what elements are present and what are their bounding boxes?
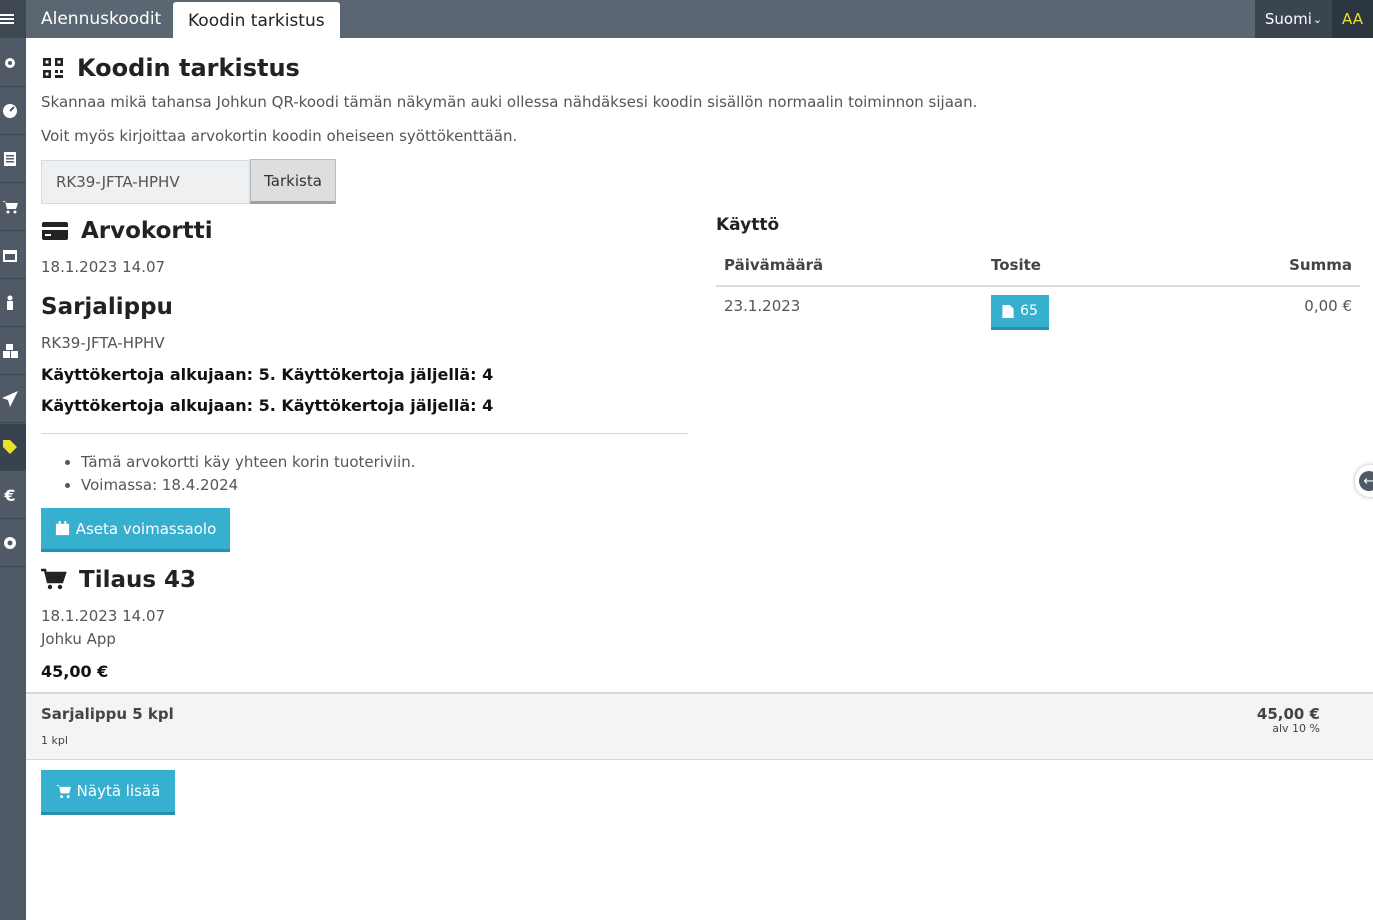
sidebar-item-marketing[interactable] (0, 376, 26, 423)
order-created: 18.1.2023 14.07 (41, 607, 166, 625)
calendar-icon (3, 250, 17, 262)
star-gear-icon (5, 58, 15, 68)
sidebar-item-activities[interactable] (0, 40, 26, 87)
table-cell-date: 23.1.2023 (724, 297, 801, 315)
code-input[interactable] (41, 160, 250, 204)
intro-text-2: Voit myös kirjoittaa arvokortin koodin o… (41, 127, 518, 145)
sidebar-item-documents[interactable] (0, 136, 26, 183)
column-header-date: Päivämäärä (724, 256, 824, 274)
tab-code-check[interactable]: Koodin tarkistus (173, 2, 340, 40)
set-validity-button[interactable]: Aseta voimassaolo (41, 508, 230, 552)
order-row: Sarjalippu 5 kpl 1 kpl 45,00 € alv 10 % (26, 692, 1373, 760)
card-notes: Tämä arvokortti käy yhteen korin tuoteri… (81, 452, 415, 498)
card-product: Sarjalippu (41, 294, 173, 320)
cart-icon (41, 568, 67, 590)
sidebar-item-shop[interactable] (0, 184, 26, 231)
card-heading: Arvokortti (41, 218, 213, 244)
accessibility-button[interactable]: AA (1332, 0, 1373, 38)
top-bar: Alennuskoodit Koodin tarkistus Suomi ⌄ A… (0, 0, 1373, 40)
table-cell-sum: 0,00 € (1304, 297, 1352, 315)
usage-title: Käyttö (716, 215, 780, 235)
chevron-down-icon: ⌄ (1312, 12, 1323, 26)
card-code: RK39-JFTA-HPHV (41, 334, 165, 352)
sidebar-item-discounts[interactable] (0, 424, 26, 471)
dashboard-icon (3, 104, 17, 118)
page-title: Koodin tarkistus (41, 54, 300, 82)
settings-icon (4, 537, 16, 549)
order-row-qty: 1 kpl (41, 734, 68, 747)
page-title-text: Koodin tarkistus (77, 54, 300, 82)
credit-card-icon (42, 222, 68, 240)
sidebar-item-finance[interactable]: € (0, 472, 26, 519)
sidebar: € (0, 0, 26, 920)
cart-icon (2, 201, 18, 214)
arrow-left-icon: ← (1359, 471, 1373, 491)
set-validity-label: Aseta voimassaolo (75, 519, 217, 538)
card-usage-line: Käyttökertoja alkujaan: 5. Käyttökertoja… (41, 396, 494, 415)
language-selector[interactable]: Suomi ⌄ (1255, 0, 1332, 38)
menu-icon (0, 14, 14, 24)
order-row-name: Sarjalippu 5 kpl (41, 705, 174, 723)
menu-button[interactable] (0, 0, 26, 38)
sidebar-item-dashboard[interactable] (0, 88, 26, 135)
column-header-sum: Summa (1289, 256, 1352, 274)
document-icon (4, 152, 16, 166)
calendar-icon (55, 521, 69, 536)
order-heading-text: Tilaus 43 (79, 567, 197, 593)
table-header-divider (716, 285, 1360, 287)
column-header-receipt: Tosite (991, 256, 1041, 274)
list-item: Voimassa: 18.4.2024 (81, 475, 415, 498)
order-total: 45,00 € (41, 662, 109, 681)
sidebar-item-calendar[interactable] (0, 232, 26, 279)
card-usage-line: Käyttökertoja alkujaan: 5. Käyttökertoja… (41, 365, 494, 384)
order-channel: Johku App (41, 630, 116, 648)
qr-code-icon (43, 58, 63, 78)
euro-icon: € (4, 485, 16, 505)
intro-text: Skannaa mikä tahansa Johkun QR-koodi täm… (41, 93, 978, 111)
language-label: Suomi (1264, 10, 1312, 28)
cubes-icon (3, 344, 18, 358)
list-item: Tämä arvokortti käy yhteen korin tuoteri… (81, 452, 415, 475)
order-heading: Tilaus 43 (41, 567, 196, 593)
card-heading-text: Arvokortti (81, 218, 213, 244)
side-panel-toggle[interactable]: ← (1355, 465, 1373, 497)
file-icon (1002, 304, 1014, 318)
sidebar-item-products[interactable] (0, 328, 26, 375)
receipt-button[interactable]: 65 (991, 295, 1049, 330)
sidebar-item-customers[interactable] (0, 280, 26, 327)
sidebar-item-settings[interactable] (0, 520, 26, 567)
card-created: 18.1.2023 14.07 (41, 258, 166, 276)
receipt-number: 65 (1020, 303, 1038, 319)
cart-icon (55, 784, 71, 798)
order-row-price: 45,00 € (1256, 705, 1320, 723)
send-icon (2, 391, 18, 407)
check-button[interactable]: Tarkista (250, 159, 336, 204)
show-more-label: Näytä lisää (76, 782, 161, 800)
divider (41, 433, 688, 434)
show-more-button[interactable]: Näytä lisää (41, 770, 175, 815)
tab-discount-codes[interactable]: Alennuskoodit (26, 0, 176, 38)
person-icon (7, 295, 13, 310)
tag-icon (3, 440, 17, 454)
order-row-vat: alv 10 % (1272, 722, 1320, 735)
